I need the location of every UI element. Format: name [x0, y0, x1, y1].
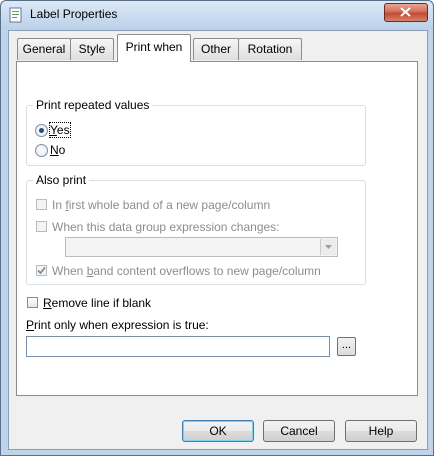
yes-radio[interactable] — [35, 124, 48, 137]
checkmark-icon — [37, 266, 46, 275]
first-whole-band-label: In first whole band of a new page/column — [52, 198, 271, 212]
also-print-legend: Also print — [36, 173, 87, 187]
ok-button[interactable]: OK — [182, 420, 254, 442]
tab-print-when[interactable]: Print when — [117, 34, 191, 62]
first-whole-band-checkbox[interactable] — [36, 199, 47, 210]
yes-label[interactable]: Yes — [49, 122, 71, 138]
band-overflow-checkbox[interactable] — [36, 265, 47, 276]
tab-other[interactable]: Other — [193, 38, 239, 60]
tab-rotation[interactable]: Rotation — [238, 38, 302, 60]
print-expression-input[interactable] — [26, 336, 330, 357]
tab-style[interactable]: Style — [70, 38, 114, 60]
band-overflow-label: When band content overflows to new page/… — [52, 264, 321, 278]
print-repeated-values-group: Print repeated values — [26, 98, 366, 166]
label-properties-window: Label Properties General Style Print whe… — [0, 0, 434, 456]
radio-selected-dot — [39, 128, 44, 133]
print-when-panel: Print repeated values Yes No Also print … — [16, 61, 418, 396]
cancel-button[interactable]: Cancel — [263, 420, 335, 442]
print-repeated-values-legend: Print repeated values — [36, 98, 150, 112]
tab-general[interactable]: General — [17, 38, 71, 60]
remove-line-if-blank-checkbox[interactable] — [27, 297, 38, 308]
group-expression-label: When this data group expression changes: — [52, 220, 280, 234]
no-label[interactable]: No — [50, 143, 65, 157]
properties-document-icon — [9, 7, 23, 23]
remove-line-if-blank-label[interactable]: Remove line if blank — [43, 296, 151, 310]
help-button[interactable]: Help — [345, 420, 417, 442]
close-icon — [400, 7, 411, 17]
group-expression-combo[interactable] — [65, 237, 338, 257]
group-expression-checkbox[interactable] — [36, 221, 47, 232]
close-button[interactable] — [384, 3, 428, 22]
title-bar[interactable]: Label Properties — [1, 1, 433, 29]
expression-browse-button[interactable]: ... — [337, 337, 356, 356]
no-radio[interactable] — [35, 144, 48, 157]
dialog-client-area: General Style Print when Other Rotation … — [8, 30, 428, 450]
combo-dropdown-button[interactable] — [320, 239, 336, 255]
chevron-down-icon — [325, 245, 332, 249]
print-expression-label: Print only when expression is true: — [26, 318, 209, 332]
window-title: Label Properties — [30, 7, 118, 21]
